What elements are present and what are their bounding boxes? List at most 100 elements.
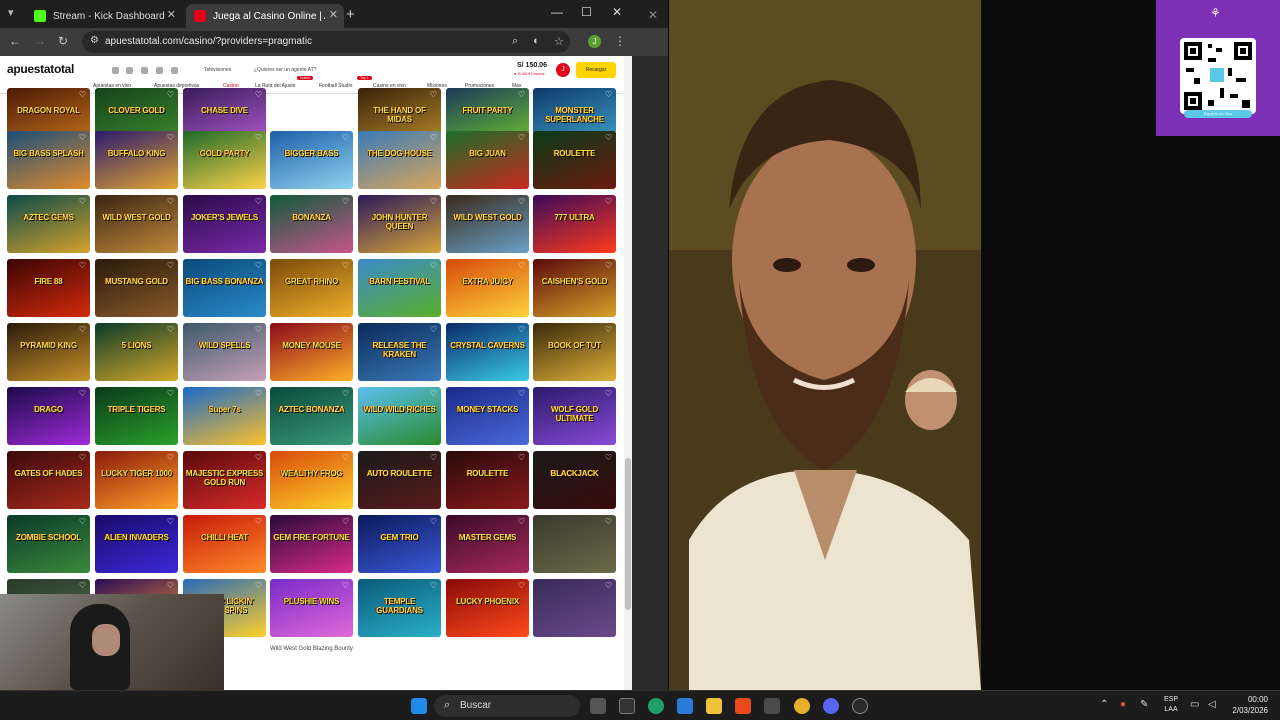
- obs-icon[interactable]: [852, 698, 868, 714]
- favorite-heart-icon[interactable]: ♡: [430, 389, 437, 398]
- favorite-heart-icon[interactable]: ♡: [255, 453, 262, 462]
- favorite-heart-icon[interactable]: ♡: [430, 581, 437, 590]
- favorite-heart-icon[interactable]: ♡: [342, 389, 349, 398]
- game-tile[interactable]: ROULETTE ♡: [446, 451, 529, 509]
- favorite-heart-icon[interactable]: ♡: [605, 453, 612, 462]
- favorite-heart-icon[interactable]: ♡: [79, 261, 86, 270]
- game-tile[interactable]: AUTO ROULETTE ♡: [358, 451, 441, 509]
- discord-icon[interactable]: [823, 698, 839, 714]
- favorite-heart-icon[interactable]: ♡: [342, 133, 349, 142]
- zoom-icon[interactable]: ⌕: [512, 35, 518, 48]
- taskbar-search[interactable]: ⌕ Buscar: [434, 695, 580, 717]
- game-tile[interactable]: JOKER'S JEWELS ♡: [183, 195, 266, 253]
- favorite-heart-icon[interactable]: ♡: [430, 325, 437, 334]
- game-tile[interactable]: MAJESTIC EXPRESS GOLD RUN ♡: [183, 451, 266, 509]
- close-tab-icon[interactable]: ✕: [329, 8, 338, 21]
- game-tile[interactable]: RELEASE THE KRAKEN ♡: [358, 323, 441, 381]
- favorite-heart-icon[interactable]: ♡: [342, 197, 349, 206]
- game-tile[interactable]: WILD WILD RICHES ♡: [358, 387, 441, 445]
- game-tile[interactable]: GOLD PARTY ♡: [183, 131, 266, 189]
- game-tile[interactable]: BOOK OF TUT ♡: [533, 323, 616, 381]
- game-tile[interactable]: GATES OF HADES ♡: [7, 451, 90, 509]
- favorite-heart-icon[interactable]: ♡: [342, 325, 349, 334]
- favorite-heart-icon[interactable]: ♡: [605, 325, 612, 334]
- favorite-heart-icon[interactable]: ♡: [518, 325, 525, 334]
- maximize-icon[interactable]: ☐: [581, 5, 592, 19]
- profile-avatar[interactable]: J: [588, 35, 601, 48]
- game-tile[interactable]: WILD WEST GOLD ♡: [446, 195, 529, 253]
- favorite-heart-icon[interactable]: ♡: [255, 389, 262, 398]
- game-tile[interactable]: BIG BASS BONANZA ♡: [183, 259, 266, 317]
- favorite-heart-icon[interactable]: ♡: [167, 517, 174, 526]
- favorite-heart-icon[interactable]: ♡: [605, 581, 612, 590]
- youtube-icon[interactable]: [171, 67, 178, 74]
- game-tile[interactable]: 777 ULTRA ♡: [533, 195, 616, 253]
- game-tile[interactable]: GEM FIRE FORTUNE ♡: [270, 515, 353, 573]
- favorite-heart-icon[interactable]: ♡: [342, 453, 349, 462]
- favorite-heart-icon[interactable]: ♡: [167, 581, 174, 590]
- game-tile[interactable]: CRYSTAL CAVERNS ♡: [446, 323, 529, 381]
- tiktok-icon[interactable]: [141, 67, 148, 74]
- favorite-heart-icon[interactable]: ♡: [255, 90, 262, 99]
- favorite-heart-icon[interactable]: ♡: [255, 261, 262, 270]
- scrollbar-thumb[interactable]: [625, 458, 631, 610]
- minimize-icon[interactable]: —: [551, 5, 563, 19]
- favorite-heart-icon[interactable]: ♡: [518, 133, 525, 142]
- favorite-heart-icon[interactable]: ♡: [605, 389, 612, 398]
- favorite-heart-icon[interactable]: ♡: [79, 581, 86, 590]
- chrome-icon[interactable]: [794, 698, 810, 714]
- new-tab-icon[interactable]: +: [346, 6, 355, 23]
- game-tile[interactable]: WILD WEST GOLD ♡: [95, 195, 178, 253]
- telefonos-link[interactable]: Telévisiones: [204, 67, 231, 73]
- game-tile[interactable]: AZTEC BONANZA ♡: [270, 387, 353, 445]
- close-window-icon[interactable]: ✕: [612, 5, 622, 19]
- favorite-heart-icon[interactable]: ♡: [342, 517, 349, 526]
- game-tile[interactable]: BONANZA ♡: [270, 195, 353, 253]
- favorite-heart-icon[interactable]: ♡: [430, 90, 437, 99]
- recargar-button[interactable]: Recargar: [576, 62, 616, 78]
- favorite-heart-icon[interactable]: ♡: [167, 197, 174, 206]
- language-indicator[interactable]: ESP LAA: [1164, 695, 1178, 715]
- file-explorer-icon[interactable]: [706, 698, 722, 714]
- favorite-heart-icon[interactable]: ♡: [518, 197, 525, 206]
- game-tile[interactable]: AZTEC GEMS ♡: [7, 195, 90, 253]
- game-tile[interactable]: MASTER GEMS ♡: [446, 515, 529, 573]
- game-tile[interactable]: ♡: [533, 515, 616, 573]
- game-tile[interactable]: BIGGER BASS ♡: [270, 131, 353, 189]
- site-info-icon[interactable]: ⚙: [90, 35, 99, 46]
- game-tile[interactable]: THE DOG HOUSE ♡: [358, 131, 441, 189]
- translate-icon[interactable]: ◐: [533, 35, 540, 47]
- volume-icon[interactable]: ◁: [1208, 699, 1216, 710]
- bookmark-star-icon[interactable]: ☆: [554, 35, 564, 48]
- calendar-icon[interactable]: [677, 698, 693, 714]
- game-tile[interactable]: BARN FESTIVAL ♡: [358, 259, 441, 317]
- favorite-heart-icon[interactable]: ♡: [167, 90, 174, 99]
- favorite-heart-icon[interactable]: ♡: [342, 261, 349, 270]
- game-tile[interactable]: PYRAMID KING ♡: [7, 323, 90, 381]
- forward-icon[interactable]: →: [34, 34, 46, 48]
- menu-dots-icon[interactable]: ⋮: [614, 34, 626, 48]
- favorite-heart-icon[interactable]: ♡: [255, 581, 262, 590]
- favorite-heart-icon[interactable]: ♡: [518, 581, 525, 590]
- user-avatar[interactable]: J: [556, 63, 570, 77]
- favorite-heart-icon[interactable]: ♡: [255, 517, 262, 526]
- close-overlay-icon[interactable]: ✕: [648, 8, 658, 22]
- favorite-heart-icon[interactable]: ♡: [430, 517, 437, 526]
- game-tile[interactable]: EXTRA JUICY ♡: [446, 259, 529, 317]
- broken-image-alt[interactable]: Wild West Gold Blazing Bounty: [270, 646, 356, 653]
- game-tile[interactable]: WILD SPELLS ♡: [183, 323, 266, 381]
- address-bar[interactable]: ⚙ apuestatotal.com/casino/?providers=pra…: [82, 31, 570, 53]
- game-tile[interactable]: FIRE 88 ♡: [7, 259, 90, 317]
- favorite-heart-icon[interactable]: ♡: [605, 261, 612, 270]
- favorite-heart-icon[interactable]: ♡: [605, 197, 612, 206]
- favorite-heart-icon[interactable]: ♡: [79, 325, 86, 334]
- facebook-icon[interactable]: [126, 67, 133, 74]
- favorite-heart-icon[interactable]: ♡: [167, 453, 174, 462]
- game-tile[interactable]: LUCKY TIGER 1000 ♡: [95, 451, 178, 509]
- favorite-heart-icon[interactable]: ♡: [518, 90, 525, 99]
- favorite-heart-icon[interactable]: ♡: [605, 133, 612, 142]
- favorite-heart-icon[interactable]: ♡: [167, 261, 174, 270]
- favorite-heart-icon[interactable]: ♡: [430, 197, 437, 206]
- game-tile[interactable]: MUSTANG GOLD ♡: [95, 259, 178, 317]
- favorite-heart-icon[interactable]: ♡: [79, 389, 86, 398]
